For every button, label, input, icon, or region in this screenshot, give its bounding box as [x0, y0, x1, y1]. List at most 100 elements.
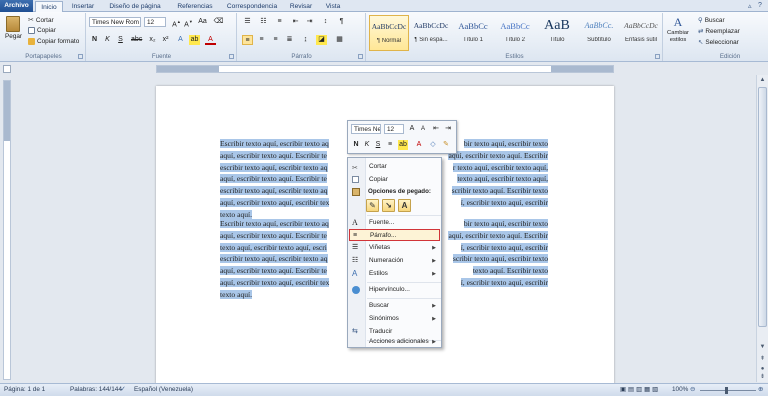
- next-page-icon[interactable]: ⇟: [758, 373, 767, 382]
- mini-decrease-indent-icon[interactable]: ⇤: [431, 124, 441, 134]
- strikethrough-icon[interactable]: abc: [131, 35, 142, 45]
- paragraph-2-right[interactable]: bir texto aquí, escribir texto aquí, esc…: [448, 218, 548, 289]
- proofing-icon[interactable]: ✓: [120, 384, 126, 396]
- font-name-box[interactable]: Times New Rom: [89, 17, 141, 27]
- menu-item-copy[interactable]: Copiar: [349, 174, 440, 186]
- style-no-spacing[interactable]: AaBbCcDc ¶ Sin espa...: [411, 15, 451, 51]
- page-count[interactable]: Página: 1 de 1: [4, 384, 45, 396]
- style-heading-1[interactable]: AaBbCc Título 1: [453, 15, 493, 51]
- mini-styles-icon[interactable]: ◇: [428, 140, 438, 150]
- bullets-icon[interactable]: ☰: [242, 17, 253, 27]
- multilevel-list-icon[interactable]: ≡: [274, 17, 285, 27]
- highlight-icon[interactable]: ab: [189, 35, 200, 45]
- paste-keep-source-icon[interactable]: ✎: [366, 199, 379, 212]
- mini-highlight-icon[interactable]: ab: [398, 140, 408, 150]
- shrink-font-icon[interactable]: A▼: [183, 17, 194, 28]
- mini-shrink-font-icon[interactable]: A: [418, 124, 428, 134]
- shading-icon[interactable]: ◪: [316, 35, 327, 45]
- decrease-indent-icon[interactable]: ⇤: [290, 17, 301, 27]
- horizontal-ruler[interactable]: [156, 65, 614, 73]
- tab-home[interactable]: Inicio: [35, 1, 63, 12]
- superscript-icon[interactable]: x²: [160, 35, 171, 45]
- menu-item-bullets[interactable]: ☰ Viñetas ▶: [349, 242, 440, 254]
- mini-font-size-box[interactable]: 12: [384, 124, 404, 134]
- menu-item-synonyms[interactable]: Sinónimos ▶: [349, 313, 440, 325]
- change-case-icon[interactable]: Aa: [197, 17, 208, 27]
- menu-item-font[interactable]: A Fuente...: [349, 217, 440, 229]
- menu-item-cut[interactable]: ✂ Cortar: [349, 161, 440, 173]
- copy-button[interactable]: Copiar: [28, 27, 56, 34]
- zoom-level[interactable]: 100%: [672, 384, 688, 396]
- font-size-box[interactable]: 12: [144, 17, 166, 27]
- scroll-up-icon[interactable]: ▲: [758, 76, 767, 85]
- style-title[interactable]: AaB Título: [537, 15, 577, 51]
- help-icon[interactable]: ?: [758, 2, 762, 9]
- align-left-icon[interactable]: ≡: [242, 35, 253, 45]
- mini-bold-icon[interactable]: N: [351, 140, 361, 150]
- style-heading-2[interactable]: AaBbCc Título 2: [495, 15, 535, 51]
- paste-merge-format-icon[interactable]: ↘: [382, 199, 395, 212]
- grow-font-icon[interactable]: A▲: [171, 17, 182, 28]
- zoom-slider[interactable]: [700, 390, 756, 391]
- paragraph-launcher-icon[interactable]: [358, 54, 363, 59]
- mini-italic-icon[interactable]: K: [362, 140, 372, 150]
- clear-format-icon[interactable]: ⌫: [213, 17, 224, 27]
- style-subtitle[interactable]: AaBbCc. Subtítulo: [579, 15, 619, 51]
- tab-references[interactable]: Referencias: [171, 1, 219, 12]
- format-painter-button[interactable]: Copiar formato: [28, 38, 79, 45]
- find-button[interactable]: ⚲ Buscar: [698, 16, 725, 25]
- pilcrow-icon[interactable]: ¶: [336, 17, 347, 27]
- scroll-down-icon[interactable]: ▼: [758, 343, 767, 352]
- change-styles-button[interactable]: A Cambiar estilos: [664, 15, 692, 51]
- view-buttons-icon[interactable]: ▣▤▥▦▧: [620, 384, 660, 396]
- italic-icon[interactable]: K: [102, 35, 113, 45]
- paste-button[interactable]: Pegar: [5, 16, 22, 46]
- menu-item-numbering[interactable]: ☷ Numeración ▶: [349, 255, 440, 267]
- paragraph-1-right[interactable]: bir texto aquí, escribir texto aquí, esc…: [448, 138, 548, 209]
- select-button[interactable]: ↖ Seleccionar: [698, 38, 739, 47]
- line-spacing-icon[interactable]: ↨: [300, 35, 311, 45]
- numbering-icon[interactable]: ☷: [258, 17, 269, 27]
- replace-button[interactable]: ⇄ Reemplazar: [698, 27, 740, 36]
- align-right-icon[interactable]: ≡: [270, 35, 281, 45]
- tab-mailings[interactable]: Correspondencia: [223, 1, 281, 12]
- bold-icon[interactable]: N: [89, 35, 100, 45]
- mini-center-icon[interactable]: ≡: [385, 140, 395, 150]
- tab-review[interactable]: Revisar: [285, 1, 317, 12]
- paste-text-only-icon[interactable]: A: [398, 199, 411, 212]
- menu-item-paragraph[interactable]: ≡ Párrafo...: [349, 229, 440, 241]
- mini-font-name-box[interactable]: Times Ne: [351, 124, 381, 134]
- tab-page-layout[interactable]: Diseño de página: [103, 1, 167, 12]
- vertical-ruler[interactable]: [3, 80, 11, 380]
- font-launcher-icon[interactable]: [229, 54, 234, 59]
- align-center-icon[interactable]: ≡: [256, 35, 267, 45]
- style-subtle-emphasis[interactable]: AaBbCcDc Énfasis sutil: [621, 15, 661, 51]
- mini-font-color-icon[interactable]: A: [414, 140, 424, 150]
- language-indicator[interactable]: Español (Venezuela): [134, 384, 193, 396]
- mini-grow-font-icon[interactable]: A: [407, 124, 417, 134]
- style-normal[interactable]: AaBbCcDc ¶ Normal: [369, 15, 409, 51]
- zoom-in-icon[interactable]: ⊕: [758, 384, 763, 396]
- tab-file[interactable]: Archivo: [0, 0, 33, 12]
- scroll-thumb[interactable]: [758, 87, 767, 327]
- subscript-icon[interactable]: x₂: [147, 35, 158, 45]
- vertical-scrollbar[interactable]: ▲ ▼ ⇞ ● ⇟: [756, 75, 768, 382]
- sort-icon[interactable]: ↕: [320, 17, 331, 27]
- justify-icon[interactable]: ≣: [284, 35, 295, 45]
- zoom-out-icon[interactable]: ⊖: [690, 384, 695, 396]
- text-effects-icon[interactable]: A: [175, 35, 186, 45]
- menu-item-styles[interactable]: A Estilos ▶: [349, 268, 440, 280]
- font-color-icon[interactable]: A: [205, 35, 216, 45]
- borders-icon[interactable]: ▦: [334, 35, 345, 45]
- cut-button[interactable]: ✂ Cortar: [28, 16, 54, 25]
- mini-increase-indent-icon[interactable]: ⇥: [443, 124, 453, 134]
- menu-item-hyperlink[interactable]: Hipervínculo...: [349, 284, 440, 296]
- tab-view[interactable]: Vista: [321, 1, 345, 12]
- styles-launcher-icon[interactable]: [655, 54, 660, 59]
- increase-indent-icon[interactable]: ⇥: [304, 17, 315, 27]
- tab-selector-icon[interactable]: [3, 65, 11, 73]
- underline-icon[interactable]: S: [115, 35, 126, 45]
- mini-underline-icon[interactable]: S: [373, 140, 383, 150]
- minimize-ribbon-icon[interactable]: ▵: [748, 2, 752, 10]
- menu-item-search[interactable]: Buscar ▶: [349, 300, 440, 312]
